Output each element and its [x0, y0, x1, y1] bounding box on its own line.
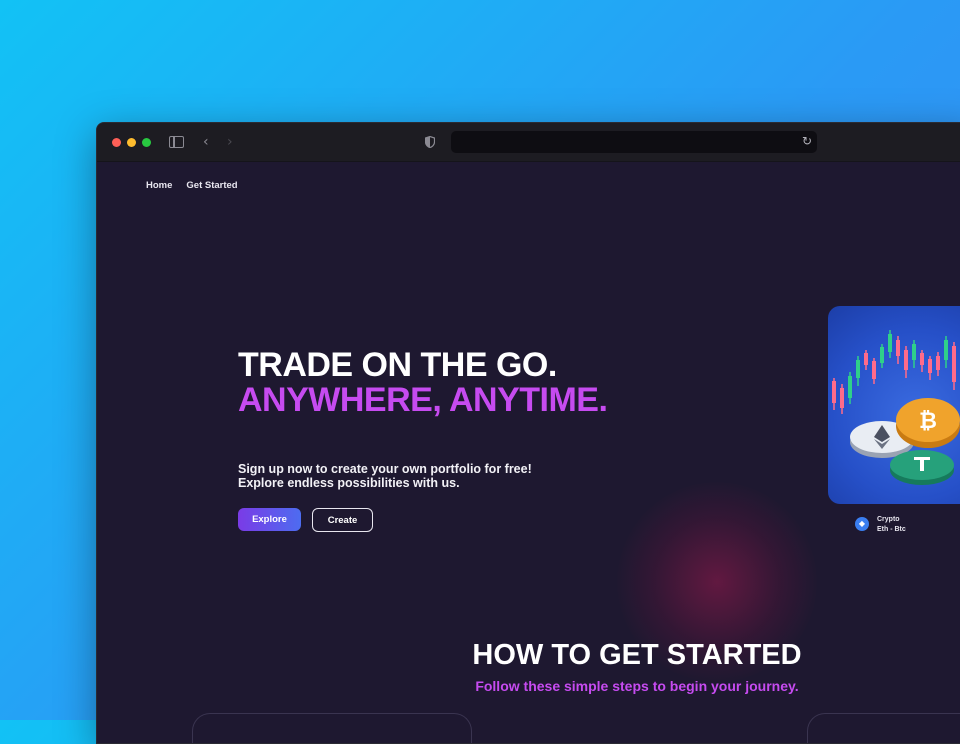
candlestick-chart: ₿ [832, 330, 960, 485]
nav-item-get-started[interactable]: Get Started [186, 180, 237, 191]
hero-subtitle: Sign up now to create your own portfolio… [238, 462, 598, 490]
hero-subtitle-line2: Explore endless possibilities with us. [238, 476, 460, 490]
top-nav: Home Get Started [146, 180, 238, 191]
section-subtitle: Follow these simple steps to begin your … [475, 678, 799, 694]
card-caption-subtitle: Eth - Btc [877, 526, 906, 533]
minimize-window-button[interactable] [127, 138, 136, 147]
sidebar-toggle-icon[interactable] [169, 136, 184, 148]
reload-icon[interactable]: ↻ [802, 134, 812, 148]
section-title: HOW TO GET STARTED [472, 639, 802, 671]
address-bar[interactable]: ↻ [451, 131, 817, 153]
close-window-button[interactable] [112, 138, 121, 147]
card-caption-title: Crypto [877, 516, 900, 523]
tether-coin [890, 450, 954, 485]
step-card[interactable] [192, 713, 472, 743]
shield-icon[interactable] [425, 136, 435, 148]
page-content: Home Get Started TRADE ON THE GO. ANYWHE… [97, 162, 960, 743]
nav-item-home[interactable]: Home [146, 180, 172, 191]
ethereum-icon: ◆ [855, 517, 869, 531]
create-button[interactable]: Create [312, 508, 373, 532]
crypto-card-image[interactable]: ₿ [828, 306, 960, 504]
card-caption: Crypto Eth - Btc [877, 515, 906, 535]
step-card[interactable] [807, 713, 960, 743]
browser-titlebar: ‹ › ↻ [97, 123, 960, 162]
hero-title-line1: TRADE ON THE GO. [238, 346, 557, 384]
maximize-window-button[interactable] [142, 138, 151, 147]
hero-subtitle-line1: Sign up now to create your own portfolio… [238, 462, 532, 476]
hero-title-line2: ANYWHERE, ANYTIME. [238, 381, 608, 419]
forward-arrow-icon[interactable]: › [227, 134, 233, 150]
hero-title: TRADE ON THE GO. ANYWHERE, ANYTIME. [238, 346, 608, 419]
explore-button[interactable]: Explore [238, 508, 301, 531]
back-arrow-icon[interactable]: ‹ [203, 134, 209, 150]
svg-text:₿: ₿ [919, 409, 937, 434]
browser-window: ‹ › ↻ Home Get Started TRADE ON THE GO. … [96, 122, 960, 744]
bitcoin-coin: ₿ [896, 398, 960, 448]
